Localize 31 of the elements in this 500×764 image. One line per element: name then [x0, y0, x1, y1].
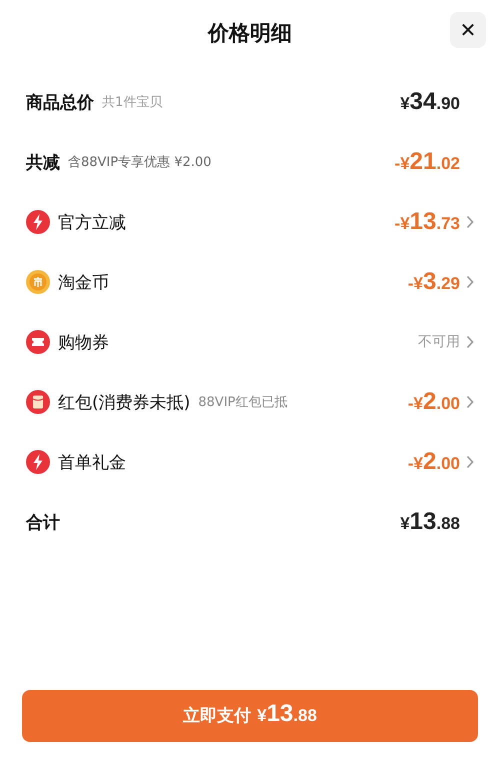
row-label: 合计 [26, 512, 60, 534]
price-value: -¥2.00 [408, 388, 460, 416]
price-value: -¥3.29 [408, 268, 460, 296]
row-note: 含88VIP专享优惠 ¥2.00 [68, 154, 212, 171]
sheet-title: 价格明细 [208, 20, 292, 47]
price-value: -¥13.73 [394, 208, 460, 236]
row-label: 商品总价 [26, 92, 94, 114]
chevron-right-icon[interactable] [466, 275, 474, 289]
row-label: 共减 [26, 152, 60, 174]
row-label: 官方立减 [58, 212, 126, 234]
lightning-icon [26, 210, 50, 234]
status-text: 不可用 [418, 333, 460, 351]
price-value: -¥21.02 [394, 148, 460, 176]
coin-icon [26, 270, 50, 294]
row-note: 88VIP红包已抵 [198, 394, 288, 411]
price-value: -¥2.00 [408, 448, 460, 476]
row-label: 购物券 [58, 332, 109, 354]
row-label: 首单礼金 [58, 452, 126, 474]
row-note: 共1件宝贝 [102, 94, 162, 111]
chevron-right-icon[interactable] [466, 395, 474, 409]
ticket-icon [26, 330, 50, 354]
row-label: 淘金币 [58, 272, 109, 294]
lightning-icon [26, 450, 50, 474]
close-button[interactable]: ✕ [450, 12, 486, 48]
row-label: 红包(消费券未抵) [58, 392, 190, 414]
chevron-right-icon[interactable] [466, 215, 474, 229]
price-value: ¥34.90 [400, 88, 460, 116]
price-value: ¥13.88 [400, 508, 460, 536]
envelope-icon [26, 390, 50, 414]
chevron-right-icon[interactable] [466, 455, 474, 469]
chevron-right-icon[interactable] [466, 335, 474, 349]
